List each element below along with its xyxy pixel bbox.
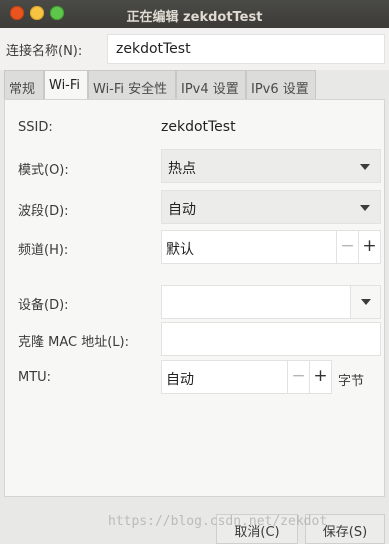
window-title: 正在编辑 zekdotTest — [126, 10, 263, 25]
channel-spinner[interactable]: 默认 − + — [161, 230, 381, 264]
chevron-down-icon — [360, 205, 370, 211]
band-dropdown[interactable]: 自动 — [161, 190, 381, 224]
cloned-mac-input[interactable] — [161, 322, 381, 356]
tab-wifi[interactable]: Wi-Fi — [44, 70, 88, 100]
mac-label: 克隆 MAC 地址(L): — [18, 335, 129, 350]
tab-wifi-security[interactable]: Wi-Fi 安全性 — [88, 70, 176, 100]
channel-increment-button[interactable]: + — [358, 231, 380, 263]
ssid-label: SSID: — [18, 120, 53, 135]
mtu-increment-button[interactable]: + — [309, 361, 331, 393]
tab-general[interactable]: 常规 — [4, 70, 44, 100]
connection-name-label: 连接名称(N): — [6, 44, 83, 59]
device-dropdown-button[interactable] — [350, 286, 380, 318]
band-value: 自动 — [168, 202, 196, 218]
device-combobox[interactable] — [161, 285, 381, 319]
channel-value[interactable]: 默认 — [166, 239, 194, 259]
connection-name-row: 连接名称(N): zekdotTest — [0, 28, 389, 70]
cancel-button[interactable]: 取消(C) — [216, 514, 298, 544]
mtu-spinner[interactable]: 自动 − + — [161, 360, 332, 394]
wifi-settings-panel: SSID: zekdotTest 模式(O): 热点 波段(D): 自动 频道(… — [4, 99, 385, 497]
mtu-decrement-button[interactable]: − — [287, 361, 309, 393]
device-label: 设备(D): — [18, 298, 69, 313]
mtu-value[interactable]: 自动 — [166, 369, 194, 389]
chevron-down-icon — [361, 299, 371, 305]
ssid-input[interactable]: zekdotTest — [161, 119, 236, 135]
connection-name-input[interactable]: zekdotTest — [107, 34, 385, 64]
channel-label: 频道(H): — [18, 243, 69, 258]
tab-ipv4-settings[interactable]: IPv4 设置 — [176, 70, 246, 100]
mtu-label: MTU: — [18, 370, 52, 385]
save-button[interactable]: 保存(S) — [305, 514, 385, 544]
band-label: 波段(D): — [18, 204, 69, 219]
mode-label: 模式(O): — [18, 163, 69, 178]
mode-value: 热点 — [168, 161, 196, 177]
chevron-down-icon — [360, 164, 370, 170]
window-titlebar: 正在编辑 zekdotTest — [0, 0, 389, 28]
mtu-unit-label: 字节 — [338, 374, 365, 389]
channel-decrement-button[interactable]: − — [336, 231, 358, 263]
mode-dropdown[interactable]: 热点 — [161, 149, 381, 183]
tab-ipv6-settings[interactable]: IPv6 设置 — [246, 70, 316, 100]
